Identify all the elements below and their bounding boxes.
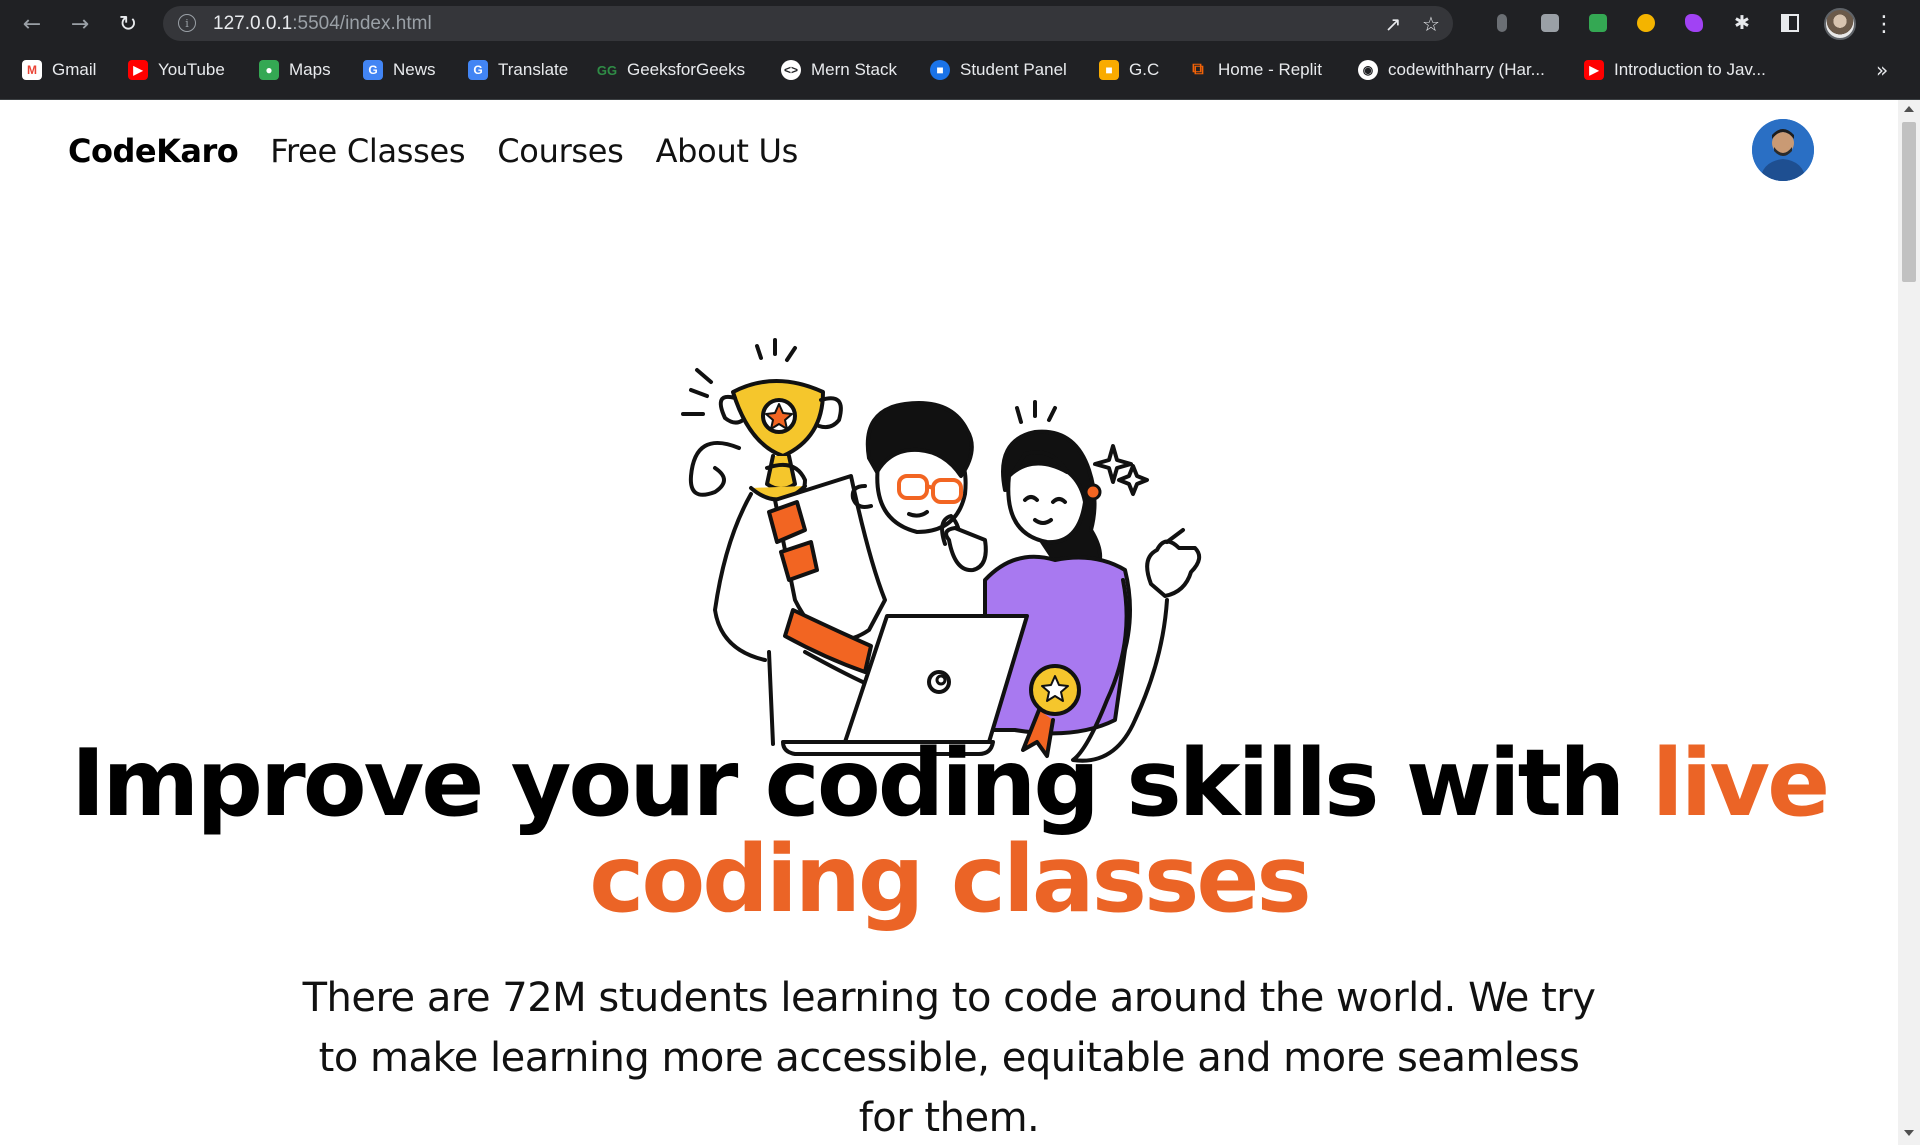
translate-icon: G: [468, 60, 488, 80]
bookmark-label: Translate: [498, 60, 569, 79]
extension-person-icon[interactable]: [1634, 11, 1658, 35]
bookmark-youtube[interactable]: ▶ YouTube: [128, 56, 225, 84]
forward-icon[interactable]: →: [64, 8, 96, 40]
youtube-icon: ▶: [128, 60, 148, 80]
maps-icon: ●: [259, 60, 279, 80]
girl-raised-hand: [1145, 539, 1202, 598]
headline-main-text: Improve your coding skills with: [70, 729, 1652, 837]
user-avatar[interactable]: [1752, 119, 1814, 181]
bookmark-intro-java[interactable]: ▶ Introduction to Jav...: [1584, 56, 1766, 84]
side-panel-icon[interactable]: [1778, 11, 1802, 35]
share-icon[interactable]: ↗: [1381, 12, 1405, 36]
toolbar: ← → ↻ i 127.0.0.1:5504/index.html ↗ ☆ ✱ …: [0, 0, 1920, 47]
youtube-icon: ▶: [1584, 60, 1604, 80]
bookmark-label: Home - Replit: [1218, 60, 1322, 79]
browser-profile-avatar[interactable]: [1824, 8, 1856, 40]
gmail-icon: M: [22, 60, 42, 80]
sparkle-line: [1047, 406, 1057, 422]
bookmark-maps[interactable]: ● Maps: [259, 56, 331, 84]
web-page: CodeKaro Free Classes Courses About Us I…: [0, 100, 1898, 1145]
scrollbar-thumb[interactable]: [1902, 122, 1916, 282]
bookmark-codewithharry[interactable]: ◉ codewithharry (Har...: [1358, 56, 1545, 84]
sparkle-line: [755, 344, 763, 360]
bookmark-label: Maps: [289, 60, 331, 79]
site-navbar: CodeKaro Free Classes Courses About Us: [68, 128, 798, 174]
bookmark-label: Gmail: [52, 60, 97, 79]
reload-icon[interactable]: ↻: [112, 8, 144, 40]
bookmark-student-panel[interactable]: ■ Student Panel: [930, 56, 1067, 84]
sparkle-line: [785, 346, 797, 362]
bookmark-star-icon[interactable]: ☆: [1419, 12, 1443, 36]
scroll-down-arrow-icon[interactable]: [1904, 1130, 1914, 1136]
bookmark-replit[interactable]: ⧉ Home - Replit: [1188, 56, 1322, 84]
extension-cast-icon[interactable]: [1538, 11, 1562, 35]
page-scrollbar[interactable]: [1898, 100, 1920, 1145]
news-icon: G: [363, 60, 383, 80]
extension-check-icon[interactable]: [1586, 11, 1610, 35]
bookmark-mern-stack[interactable]: <> Mern Stack: [781, 56, 897, 84]
hero-subtext: There are 72M students learning to code …: [302, 975, 1596, 1141]
site-info-icon[interactable]: i: [178, 14, 196, 32]
bookmarks-overflow-icon[interactable]: »: [1876, 58, 1888, 82]
bookmark-label: News: [393, 60, 436, 79]
student-panel-icon: ■: [930, 60, 950, 80]
brand-logo[interactable]: CodeKaro: [68, 132, 239, 170]
sparkle-line: [689, 388, 709, 398]
hero-illustration: [681, 338, 1202, 763]
extension-purple-icon[interactable]: [1682, 11, 1706, 35]
sparkle-star-icon: [1117, 464, 1149, 496]
bookmark-label: Introduction to Jav...: [1614, 60, 1766, 79]
address-bar[interactable]: i 127.0.0.1:5504/index.html ↗ ☆: [163, 6, 1453, 41]
nav-about-us[interactable]: About Us: [656, 132, 799, 170]
browser-chrome: ← → ↻ i 127.0.0.1:5504/index.html ↗ ☆ ✱ …: [0, 0, 1920, 100]
bookmark-label: GeeksforGeeks: [627, 60, 746, 79]
back-icon[interactable]: ←: [16, 8, 48, 40]
boy-arm: [713, 492, 767, 662]
scroll-up-arrow-icon[interactable]: [1904, 106, 1914, 112]
sparkle-line: [695, 368, 713, 384]
classroom-icon: ■: [1099, 60, 1119, 80]
bookmark-gc[interactable]: ■ G.C: [1099, 56, 1159, 84]
gfg-icon: GG: [596, 62, 618, 78]
bookmark-label: G.C: [1129, 60, 1160, 79]
nav-courses[interactable]: Courses: [497, 132, 624, 170]
bookmark-gmail[interactable]: M Gmail: [22, 56, 96, 84]
url-text: 127.0.0.1:5504/index.html: [213, 13, 432, 35]
codewithharry-icon: ◉: [1358, 60, 1378, 80]
bookmark-label: codewithharry (Har...: [1388, 60, 1545, 79]
extensions-puzzle-icon[interactable]: ✱: [1730, 11, 1754, 35]
trophy-stem: [765, 454, 797, 491]
url-host: 127.0.0.1: [213, 13, 293, 34]
sparkle-line: [1015, 406, 1023, 424]
girl-hair-tie: [1084, 483, 1102, 501]
bookmark-label: YouTube: [158, 60, 225, 79]
extension-mic-icon[interactable]: [1490, 11, 1514, 35]
bookmarks-bar: M Gmail ▶ YouTube ● Maps G News G Transl…: [0, 52, 1920, 88]
avatar-image: [1752, 119, 1814, 181]
bookmark-translate[interactable]: G Translate: [468, 56, 568, 84]
bookmark-geeksforgeeks[interactable]: GG GeeksforGeeks: [597, 56, 745, 84]
bookmark-news[interactable]: G News: [363, 56, 436, 84]
hero-headline: Improve your coding skills with live cod…: [60, 735, 1838, 927]
url-path: :5504/index.html: [292, 13, 432, 34]
bookmark-label: Student Panel: [960, 60, 1067, 79]
replit-icon: ⧉: [1192, 61, 1204, 78]
swirl-doodle: [688, 441, 741, 497]
browser-menu-icon[interactable]: ⋮: [1873, 8, 1895, 40]
nav-free-classes[interactable]: Free Classes: [270, 132, 465, 170]
bookmark-label: Mern Stack: [811, 60, 897, 79]
girl-hand: [944, 526, 988, 573]
girl-finger: [1165, 528, 1185, 544]
glasses-bridge: [925, 484, 935, 490]
mern-icon: <>: [781, 60, 801, 80]
